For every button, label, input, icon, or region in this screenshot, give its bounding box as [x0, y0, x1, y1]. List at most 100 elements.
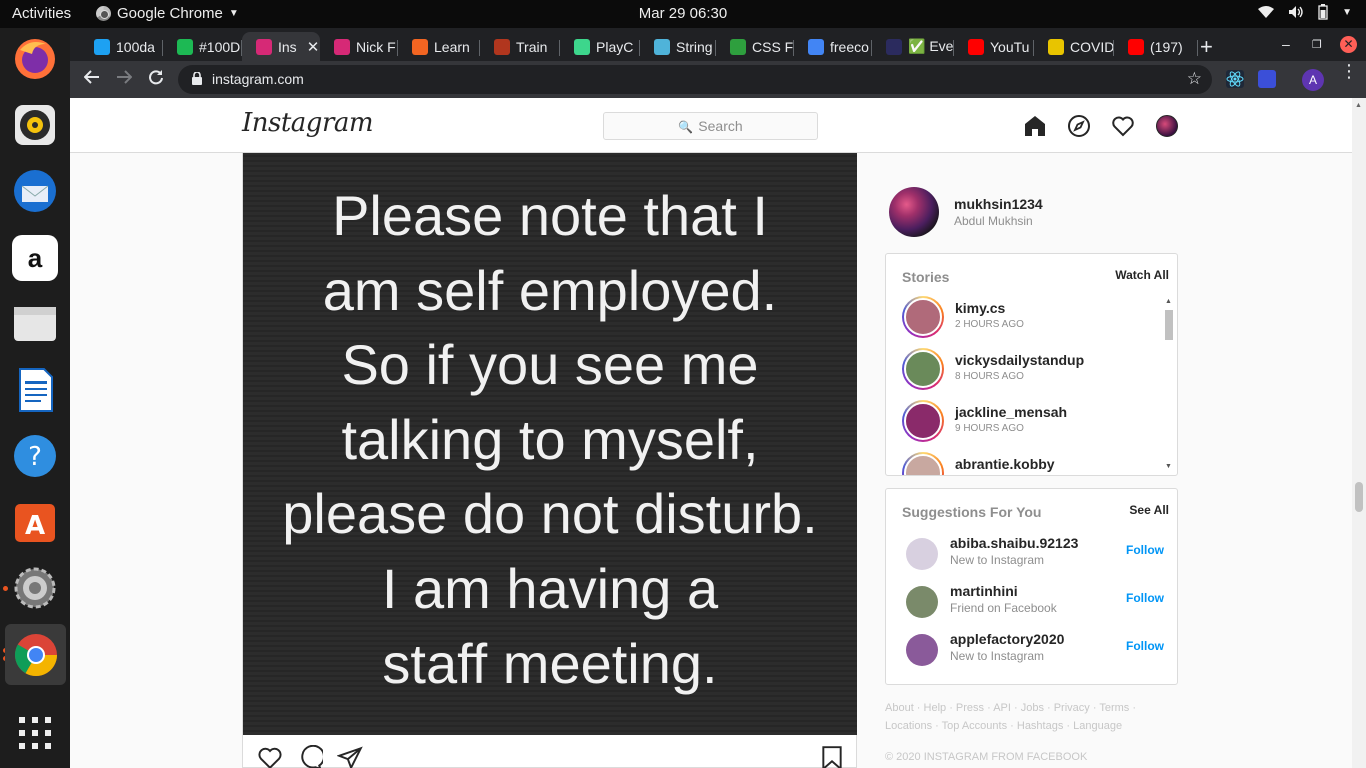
codewars-icon: [494, 38, 510, 55]
amazon-icon[interactable]: a: [12, 235, 58, 281]
browser-tab[interactable]: CSS Fi: [716, 32, 794, 61]
avatar[interactable]: [906, 634, 938, 666]
footer-links[interactable]: About · Help · Press · API · Jobs · Priv…: [885, 699, 1185, 735]
address-bar[interactable]: instagram.com ☆: [178, 65, 1212, 94]
follow-button[interactable]: Follow: [1126, 543, 1164, 557]
files-icon[interactable]: [12, 301, 58, 347]
avatar[interactable]: [906, 586, 938, 618]
suggestion-item: martinhini Friend on Facebook Follow: [902, 583, 1164, 623]
react-devtools-icon[interactable]: [1226, 70, 1244, 88]
browser-tab[interactable]: Ins ✕: [242, 32, 320, 61]
avatar: [904, 298, 942, 336]
chrome-icon[interactable]: [5, 624, 66, 685]
search-input[interactable]: 🔍 Search: [603, 112, 818, 140]
bookmark-star-icon[interactable]: ☆: [1187, 69, 1202, 89]
page-scrollbar[interactable]: ▲: [1352, 98, 1366, 768]
settings-icon[interactable]: [12, 565, 58, 611]
thunderbird-icon[interactable]: [12, 168, 58, 214]
browser-tab[interactable]: Learn: [398, 32, 480, 61]
suggestion-username[interactable]: abiba.shaibu.92123: [950, 535, 1078, 551]
suggestion-username[interactable]: martinhini: [950, 583, 1018, 599]
suggestions-panel: Suggestions For You See All abiba.shaibu…: [885, 488, 1178, 685]
close-tab-icon[interactable]: ✕: [307, 38, 320, 56]
story-time: 8 HOURS AGO: [955, 371, 1024, 382]
twitter-icon: [94, 38, 110, 55]
minimize-button[interactable]: –: [1282, 36, 1290, 52]
explore-icon[interactable]: [1067, 114, 1091, 143]
browser-tab[interactable]: PlayC: [560, 32, 640, 61]
story-item[interactable]: jackline_mensah 9 HOURS AGO: [902, 400, 1152, 446]
chrome-menu-button[interactable]: ⋮: [1340, 62, 1358, 80]
story-item[interactable]: kimy.cs 2 HOURS AGO: [902, 296, 1152, 342]
comment-icon[interactable]: [297, 744, 325, 768]
post-text-line: talking to myself,: [341, 407, 759, 471]
maximize-button[interactable]: ❐: [1312, 38, 1322, 51]
avatar: [904, 454, 942, 475]
reload-button[interactable]: [148, 69, 164, 90]
post-image[interactable]: Please note that I am self employed. So if…: [243, 153, 857, 735]
system-tray[interactable]: ▼: [1258, 4, 1352, 20]
instagram-icon: [334, 38, 350, 55]
browser-tab[interactable]: 100da: [80, 32, 163, 61]
rhythmbox-icon[interactable]: [12, 102, 58, 148]
story-time: 2 HOURS AGO: [955, 319, 1024, 330]
help-icon[interactable]: ?: [12, 433, 58, 479]
lock-icon[interactable]: [192, 71, 202, 88]
browser-tab[interactable]: freeco: [794, 32, 872, 61]
browser-tab[interactable]: (197): [1114, 32, 1198, 61]
follow-button[interactable]: Follow: [1126, 591, 1164, 605]
back-button[interactable]: [83, 69, 100, 90]
tab-strip: + – ❐ ✕ 100da #100D Ins ✕ Nick F Learn Train Pl…: [70, 28, 1366, 61]
app-menu[interactable]: Google Chrome ▼: [96, 5, 239, 22]
browser-tab[interactable]: ✅ Eve: [872, 32, 954, 61]
see-all-button[interactable]: See All: [1129, 503, 1169, 517]
bookmark-icon[interactable]: [819, 745, 845, 768]
current-username[interactable]: mukhsin1234: [954, 196, 1043, 212]
post-text-line: please do not disturb.: [282, 482, 818, 546]
browser-tab[interactable]: COVID: [1034, 32, 1114, 61]
tab-label: String: [676, 38, 713, 55]
firefox-icon[interactable]: [12, 36, 58, 82]
tab-label: PlayC: [596, 38, 634, 55]
system-top-bar: Activities Google Chrome ▼ Mar 29 06:30 …: [0, 0, 1366, 28]
avatar[interactable]: [906, 538, 938, 570]
avatar[interactable]: [889, 187, 939, 237]
activities-button[interactable]: Activities: [12, 5, 71, 22]
youtube-icon: [1128, 38, 1144, 55]
story-username: jackline_mensah: [955, 404, 1068, 420]
browser-tab[interactable]: Train: [480, 32, 560, 61]
forward-button[interactable]: [116, 69, 133, 90]
instagram-page: Instagram 🔍 Search Please note that I am s…: [70, 98, 1352, 768]
close-window-button[interactable]: ✕: [1340, 36, 1357, 53]
suggestion-username[interactable]: applefactory2020: [950, 631, 1064, 647]
share-icon[interactable]: [336, 745, 363, 768]
writer-icon[interactable]: [12, 367, 58, 413]
app-grid-icon[interactable]: [12, 710, 58, 756]
home-icon[interactable]: [1023, 114, 1047, 143]
chrome-icon: [96, 6, 111, 21]
instagram-logo[interactable]: Instagram: [242, 108, 374, 138]
tab-label: Nick F: [356, 38, 396, 55]
story-item[interactable]: vickysdailystandup 8 HOURS AGO: [902, 348, 1152, 394]
watch-all-button[interactable]: Watch All: [1115, 268, 1169, 282]
profile-avatar-nav[interactable]: [1156, 115, 1178, 137]
svg-text:?: ?: [28, 442, 42, 472]
post-text-line: am self employed.: [322, 258, 778, 322]
story-item[interactable]: abrantie.kobby: [902, 452, 1152, 475]
tab-label: (197): [1150, 38, 1183, 55]
stories-title: Stories: [902, 269, 950, 285]
chevron-down-icon: ▼: [1342, 6, 1352, 18]
new-tab-button[interactable]: +: [1200, 34, 1213, 60]
extension-icon[interactable]: [1258, 70, 1276, 88]
like-heart-icon[interactable]: [257, 745, 283, 768]
heart-icon[interactable]: [1111, 114, 1135, 143]
browser-tab[interactable]: YouTu: [954, 32, 1034, 61]
stories-scrollbar[interactable]: ▲ ▼: [1164, 298, 1174, 473]
software-icon[interactable]: A: [12, 498, 58, 544]
browser-tab[interactable]: #100D: [163, 32, 242, 61]
profile-avatar[interactable]: A: [1302, 69, 1324, 91]
browser-tab[interactable]: Nick F: [320, 32, 398, 61]
browser-tab[interactable]: String: [640, 32, 716, 61]
follow-button[interactable]: Follow: [1126, 639, 1164, 653]
w3c-icon: [730, 38, 746, 55]
